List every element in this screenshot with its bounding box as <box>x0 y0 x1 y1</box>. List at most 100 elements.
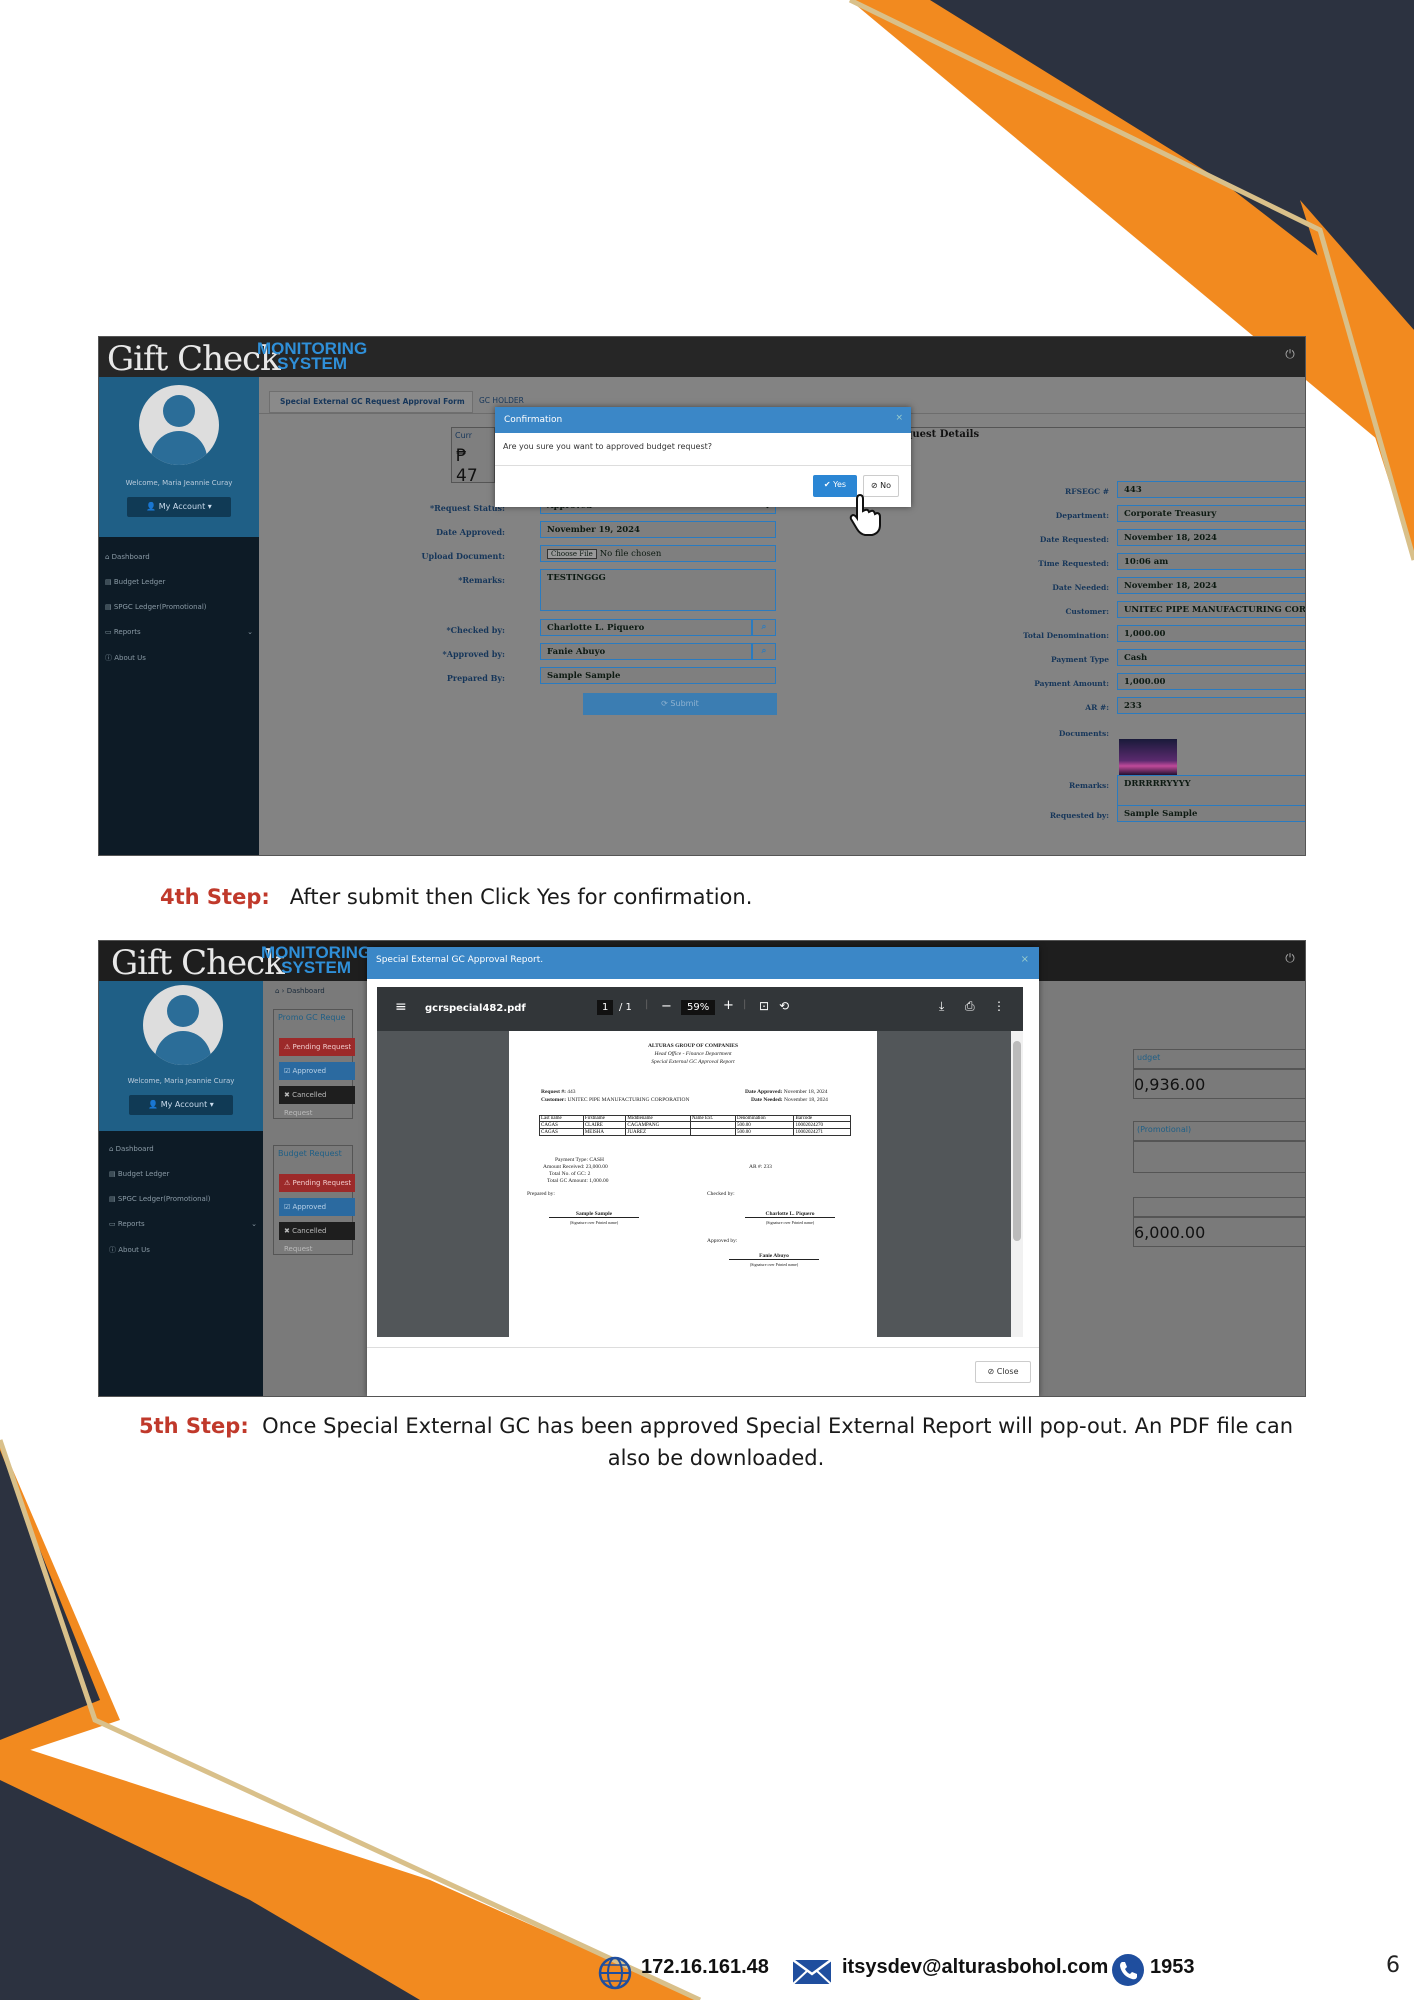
date-approved-field[interactable]: November 19, 2024 <box>540 521 776 538</box>
sidebar-item-reports[interactable]: ▭ Reports ⌄ <box>105 628 253 636</box>
step4-text: After submit then Click Yes for confirma… <box>289 885 753 909</box>
report-sig-caption: (Signature over Printed name) <box>749 1262 799 1267</box>
download-icon[interactable]: ⤓ <box>939 999 944 1014</box>
cancelled-request-button[interactable]: ✖ Cancelled Request <box>279 1222 355 1253</box>
email-icon <box>792 1958 832 1985</box>
sidebar-item-spgc-ledger[interactable]: ▤ SPGC Ledger(Promotional) <box>109 1195 211 1203</box>
approved-by-field[interactable]: Fanie Abuyo <box>540 643 752 660</box>
report-sig-caption: (Signature over Printed name) <box>569 1220 619 1225</box>
welcome-text: Welcome, Maria Jeannie Curay <box>125 479 233 487</box>
request-detail-field[interactable]: UNITEC PIPE MANUFACTURING CORPORATIO <box>1117 601 1305 618</box>
sidebar-item-about[interactable]: ⓘ About Us <box>109 1245 150 1255</box>
table-cell: 10002024271 <box>793 1128 851 1136</box>
my-account-button[interactable]: 👤 My Account ▾ <box>127 497 231 517</box>
checked-by-search-icon[interactable]: ⌕ <box>752 619 776 636</box>
upload-document-field[interactable]: Choose File No file chosen <box>540 545 776 562</box>
my-account-button[interactable]: 👤 My Account ▾ <box>129 1095 233 1115</box>
budget-label: udget <box>1133 1049 1305 1069</box>
submit-button[interactable]: ⟳ Submit <box>583 693 777 715</box>
sidebar-item-about[interactable]: ⓘ About Us <box>105 653 146 663</box>
request-detail-label: Date Requested: <box>1039 535 1109 544</box>
remarks-textarea[interactable]: TESTINGGG <box>540 569 776 611</box>
close-icon[interactable]: × <box>1021 954 1029 965</box>
close-icon[interactable]: × <box>895 413 903 423</box>
report-prepared-name: Sample Sample <box>549 1211 639 1218</box>
step5-label: 5th Step: <box>138 1414 249 1438</box>
sidebar-item-dashboard[interactable]: ⌂ Dashboard <box>109 1145 154 1153</box>
step5-caption: 5th Step: Once Special External GC has b… <box>126 1410 1306 1474</box>
sidebar-item-dashboard[interactable]: ⌂ Dashboard <box>105 553 150 561</box>
prepared-by-field[interactable]: Sample Sample <box>540 667 776 684</box>
approved-by-search-icon[interactable]: ⌕ <box>752 643 776 660</box>
tab-gc-holder[interactable]: GC HOLDER <box>479 396 524 405</box>
request-detail-label: Time Requested: <box>1038 559 1109 568</box>
step4-caption: 4th Step: After submit then Click Yes fo… <box>160 885 752 909</box>
report-company: ALTURAS GROUP OF COMPANIES <box>647 1043 739 1049</box>
menu-icon[interactable]: ≡ <box>395 999 407 1015</box>
sidebar-item-spgc-ledger[interactable]: ▤ SPGC Ledger(Promotional) <box>105 603 207 611</box>
table-cell <box>689 1128 736 1136</box>
footer-ip: 172.16.161.48 <box>641 1956 769 1978</box>
request-details-heading: equest Details <box>899 429 980 440</box>
print-icon[interactable]: ⎙ <box>965 999 975 1014</box>
sidebar-item-reports[interactable]: ▭ Reports ⌄ <box>109 1220 257 1228</box>
pending-request-button[interactable]: ⚠ Pending Request <box>279 1038 355 1056</box>
choose-file-button[interactable]: Choose File <box>547 549 597 559</box>
request-detail-label: Date Needed: <box>1052 583 1109 592</box>
fit-page-icon[interactable]: ⊡ <box>759 999 769 1013</box>
report-date-needed: Date Needed: November 18, 2024 <box>751 1097 828 1103</box>
report-amount-received: Amount Received: 23,000.00 <box>543 1164 608 1170</box>
table-cell: CAGAS <box>539 1121 584 1129</box>
request-detail-field[interactable]: 10:06 am <box>1117 553 1305 570</box>
table-cell: JUAREZ <box>625 1128 691 1136</box>
remarks-label: *Remarks: <box>458 575 505 585</box>
promotional-label: (Promotional) <box>1133 1121 1305 1141</box>
request-detail-field[interactable]: 443 <box>1117 481 1305 498</box>
report-date-approved: Date Approved: November 18, 2024 <box>745 1089 828 1095</box>
pdf-filename: gcrspecial482.pdf <box>425 1003 526 1014</box>
request-detail-field[interactable]: November 18, 2024 <box>1117 529 1305 546</box>
approved-request-button[interactable]: ☑ Approved Request <box>279 1198 355 1229</box>
app-logo: Gift Check <box>107 339 281 379</box>
user-panel: Welcome, Maria Jeannie Curay 👤 My Accoun… <box>99 377 259 537</box>
request-detail-field[interactable]: Corporate Treasury <box>1117 505 1305 522</box>
zoom-level[interactable]: 59% <box>681 1000 716 1015</box>
sidebar: Welcome, Maria Jeannie Curay 👤 My Accoun… <box>99 377 259 855</box>
sidebar-item-budget-ledger[interactable]: ▤ Budget Ledger <box>105 578 165 586</box>
checked-by-field[interactable]: Charlotte L. Piquero <box>540 619 752 636</box>
request-detail-field[interactable]: 1,000.00 <box>1117 625 1305 642</box>
budget-amount: 0,936.00 <box>1133 1069 1305 1099</box>
power-icon[interactable]: ⏻ <box>1279 951 1301 971</box>
more-options-icon[interactable]: ⋮ <box>993 999 1005 1013</box>
tab-approval-form[interactable]: Special External GC Request Approval For… <box>269 391 473 413</box>
request-detail-field[interactable]: Sample Sample <box>1117 805 1305 822</box>
pending-request-button[interactable]: ⚠ Pending Request <box>279 1174 355 1192</box>
request-detail-field[interactable]: November 18, 2024 <box>1117 577 1305 594</box>
report-request-no: Request #: 443 <box>541 1089 576 1095</box>
page-input[interactable]: 1 <box>597 1000 614 1015</box>
request-detail-field[interactable]: 233 <box>1117 697 1305 714</box>
app-logo-subtitle: MONITORING SYSTEM <box>257 339 368 373</box>
table-cell: CLAIRE <box>582 1121 627 1129</box>
cancelled-request-button[interactable]: ✖ Cancelled Request <box>279 1086 355 1117</box>
pdf-scrollbar[interactable] <box>1011 1031 1023 1337</box>
close-button[interactable]: ⊘ Close <box>975 1361 1031 1383</box>
report-payment-type: Payment Type: CASH <box>555 1157 605 1163</box>
request-detail-label: Remarks: <box>1069 781 1109 790</box>
request-detail-label: RFSEGC # <box>1065 487 1109 496</box>
document-thumbnail[interactable] <box>1119 739 1177 775</box>
zoom-out-icon[interactable]: − <box>661 999 672 1014</box>
report-sig-caption: (Signature over Printed name) <box>765 1220 815 1225</box>
request-detail-field[interactable]: Cash <box>1117 649 1305 666</box>
approved-by-label: *Approved by: <box>442 649 505 659</box>
zoom-in-icon[interactable]: + <box>723 998 734 1013</box>
sidebar: Welcome, Maria Jeannie Curay 👤 My Accoun… <box>99 981 263 1396</box>
request-detail-label: Department: <box>1055 511 1109 520</box>
approved-request-button[interactable]: ☑ Approved Request <box>279 1062 355 1093</box>
request-detail-field[interactable]: 1,000.00 <box>1117 673 1305 690</box>
power-icon[interactable]: ⏻ <box>1279 347 1301 367</box>
rotate-icon[interactable]: ⟲ <box>779 999 789 1013</box>
app-header: Gift Check MONITORING SYSTEM ⏻ <box>99 337 1305 379</box>
sidebar-item-budget-ledger[interactable]: ▤ Budget Ledger <box>109 1170 169 1178</box>
step4-label: 4th Step: <box>160 885 270 909</box>
